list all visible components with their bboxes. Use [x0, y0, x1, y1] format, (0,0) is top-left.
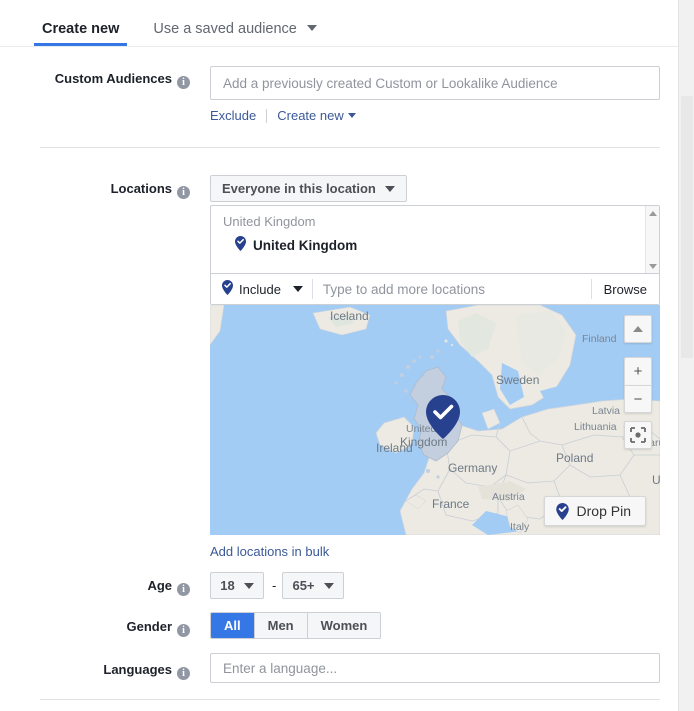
location-pin-check-icon: [555, 502, 569, 520]
age-min-dropdown[interactable]: 18: [210, 572, 264, 599]
custom-audiences-label: Custom Audiences i: [40, 71, 190, 89]
tabs-bottom-border: [0, 46, 678, 47]
exclude-link[interactable]: Exclude: [210, 108, 256, 123]
browse-locations-button[interactable]: Browse: [592, 282, 659, 297]
location-scope-label: Everyone in this location: [222, 181, 376, 196]
link-separator: [266, 108, 268, 123]
section-divider-bottom: [40, 699, 660, 700]
locations-map[interactable]: IcelandFinlandSwedenLatviaLithuaniaBelar…: [210, 305, 660, 535]
gender-option-all[interactable]: All: [211, 613, 255, 638]
chevron-down-icon: [292, 286, 303, 292]
map-zoom-out-button[interactable]: −: [624, 385, 652, 413]
audience-mode-tabs: Create new Use a saved audience: [33, 15, 349, 47]
custom-audiences-links: Exclude Create new: [210, 108, 356, 123]
age-min-value: 18: [220, 578, 235, 593]
info-icon[interactable]: i: [177, 667, 190, 680]
age-range-separator: -: [272, 578, 277, 593]
drop-pin-button[interactable]: Drop Pin: [543, 496, 646, 526]
locations-list-box: United Kingdom United Kingdom Include Ty…: [210, 205, 660, 305]
add-locations-in-bulk-link[interactable]: Add locations in bulk: [210, 544, 329, 559]
languages-input[interactable]: [210, 653, 660, 683]
location-pin-check-icon: [235, 236, 246, 254]
plus-icon: +: [633, 363, 643, 380]
info-icon[interactable]: i: [177, 624, 190, 637]
drop-pin-label: Drop Pin: [576, 503, 631, 519]
location-scope-dropdown[interactable]: Everyone in this location: [210, 175, 407, 202]
page-scrollbar[interactable]: [678, 0, 694, 711]
map-zoom-in-button[interactable]: +: [624, 357, 652, 385]
tab-create-new-label: Create new: [42, 21, 120, 37]
page-scrollbar-thumb[interactable]: [681, 96, 693, 358]
include-exclude-dropdown[interactable]: Include: [211, 280, 312, 298]
recenter-icon: [630, 427, 646, 443]
locations-list-scrollbar[interactable]: [645, 206, 659, 274]
info-icon[interactable]: i: [177, 583, 190, 596]
gender-option-men[interactable]: Men: [254, 613, 308, 638]
info-icon[interactable]: i: [177, 76, 190, 89]
tab-use-saved-audience[interactable]: Use a saved audience: [151, 15, 319, 47]
gender-segmented-control: All Men Women: [210, 612, 382, 639]
info-icon[interactable]: i: [177, 186, 190, 199]
panel-content: Create new Use a saved audience Custom A…: [0, 0, 678, 711]
tab-create-new[interactable]: Create new: [33, 15, 128, 47]
chevron-down-icon: [243, 582, 254, 589]
section-divider-top: [40, 147, 660, 148]
locations-list: United Kingdom United Kingdom: [211, 206, 659, 274]
locations-group-title: United Kingdom: [223, 214, 316, 229]
gender-option-women[interactable]: Women: [307, 613, 381, 638]
languages-label: Languages i: [40, 662, 190, 680]
location-list-item[interactable]: United Kingdom: [211, 231, 659, 254]
locations-include-row: Include Browse: [211, 273, 659, 304]
chevron-down-icon: [384, 185, 395, 192]
scroll-down-arrow-icon[interactable]: [649, 264, 657, 269]
location-typeahead-input[interactable]: [312, 281, 591, 297]
chevron-down-icon: [347, 113, 356, 118]
location-pin-check-icon: [222, 280, 233, 298]
location-list-item-label: United Kingdom: [253, 237, 358, 253]
audience-targeting-panel: Create new Use a saved audience Custom A…: [0, 0, 694, 711]
scroll-up-arrow-icon[interactable]: [649, 211, 657, 216]
minus-icon: −: [633, 390, 643, 408]
tab-use-saved-audience-label: Use a saved audience: [153, 21, 297, 37]
chevron-down-icon: [306, 25, 317, 31]
age-label: Age i: [40, 578, 190, 596]
chevron-up-icon: [633, 326, 643, 332]
gender-label: Gender i: [40, 619, 190, 637]
locations-label: Locations i: [40, 181, 190, 199]
age-max-value: 65+: [292, 578, 315, 593]
map-recenter-button[interactable]: [624, 421, 652, 449]
age-max-dropdown[interactable]: 65+: [282, 572, 344, 599]
map-tilt-button[interactable]: [624, 315, 652, 343]
include-label: Include: [239, 281, 281, 297]
custom-audiences-input[interactable]: [210, 66, 660, 100]
chevron-down-icon: [323, 582, 334, 589]
create-new-audience-link[interactable]: Create new: [277, 108, 356, 123]
